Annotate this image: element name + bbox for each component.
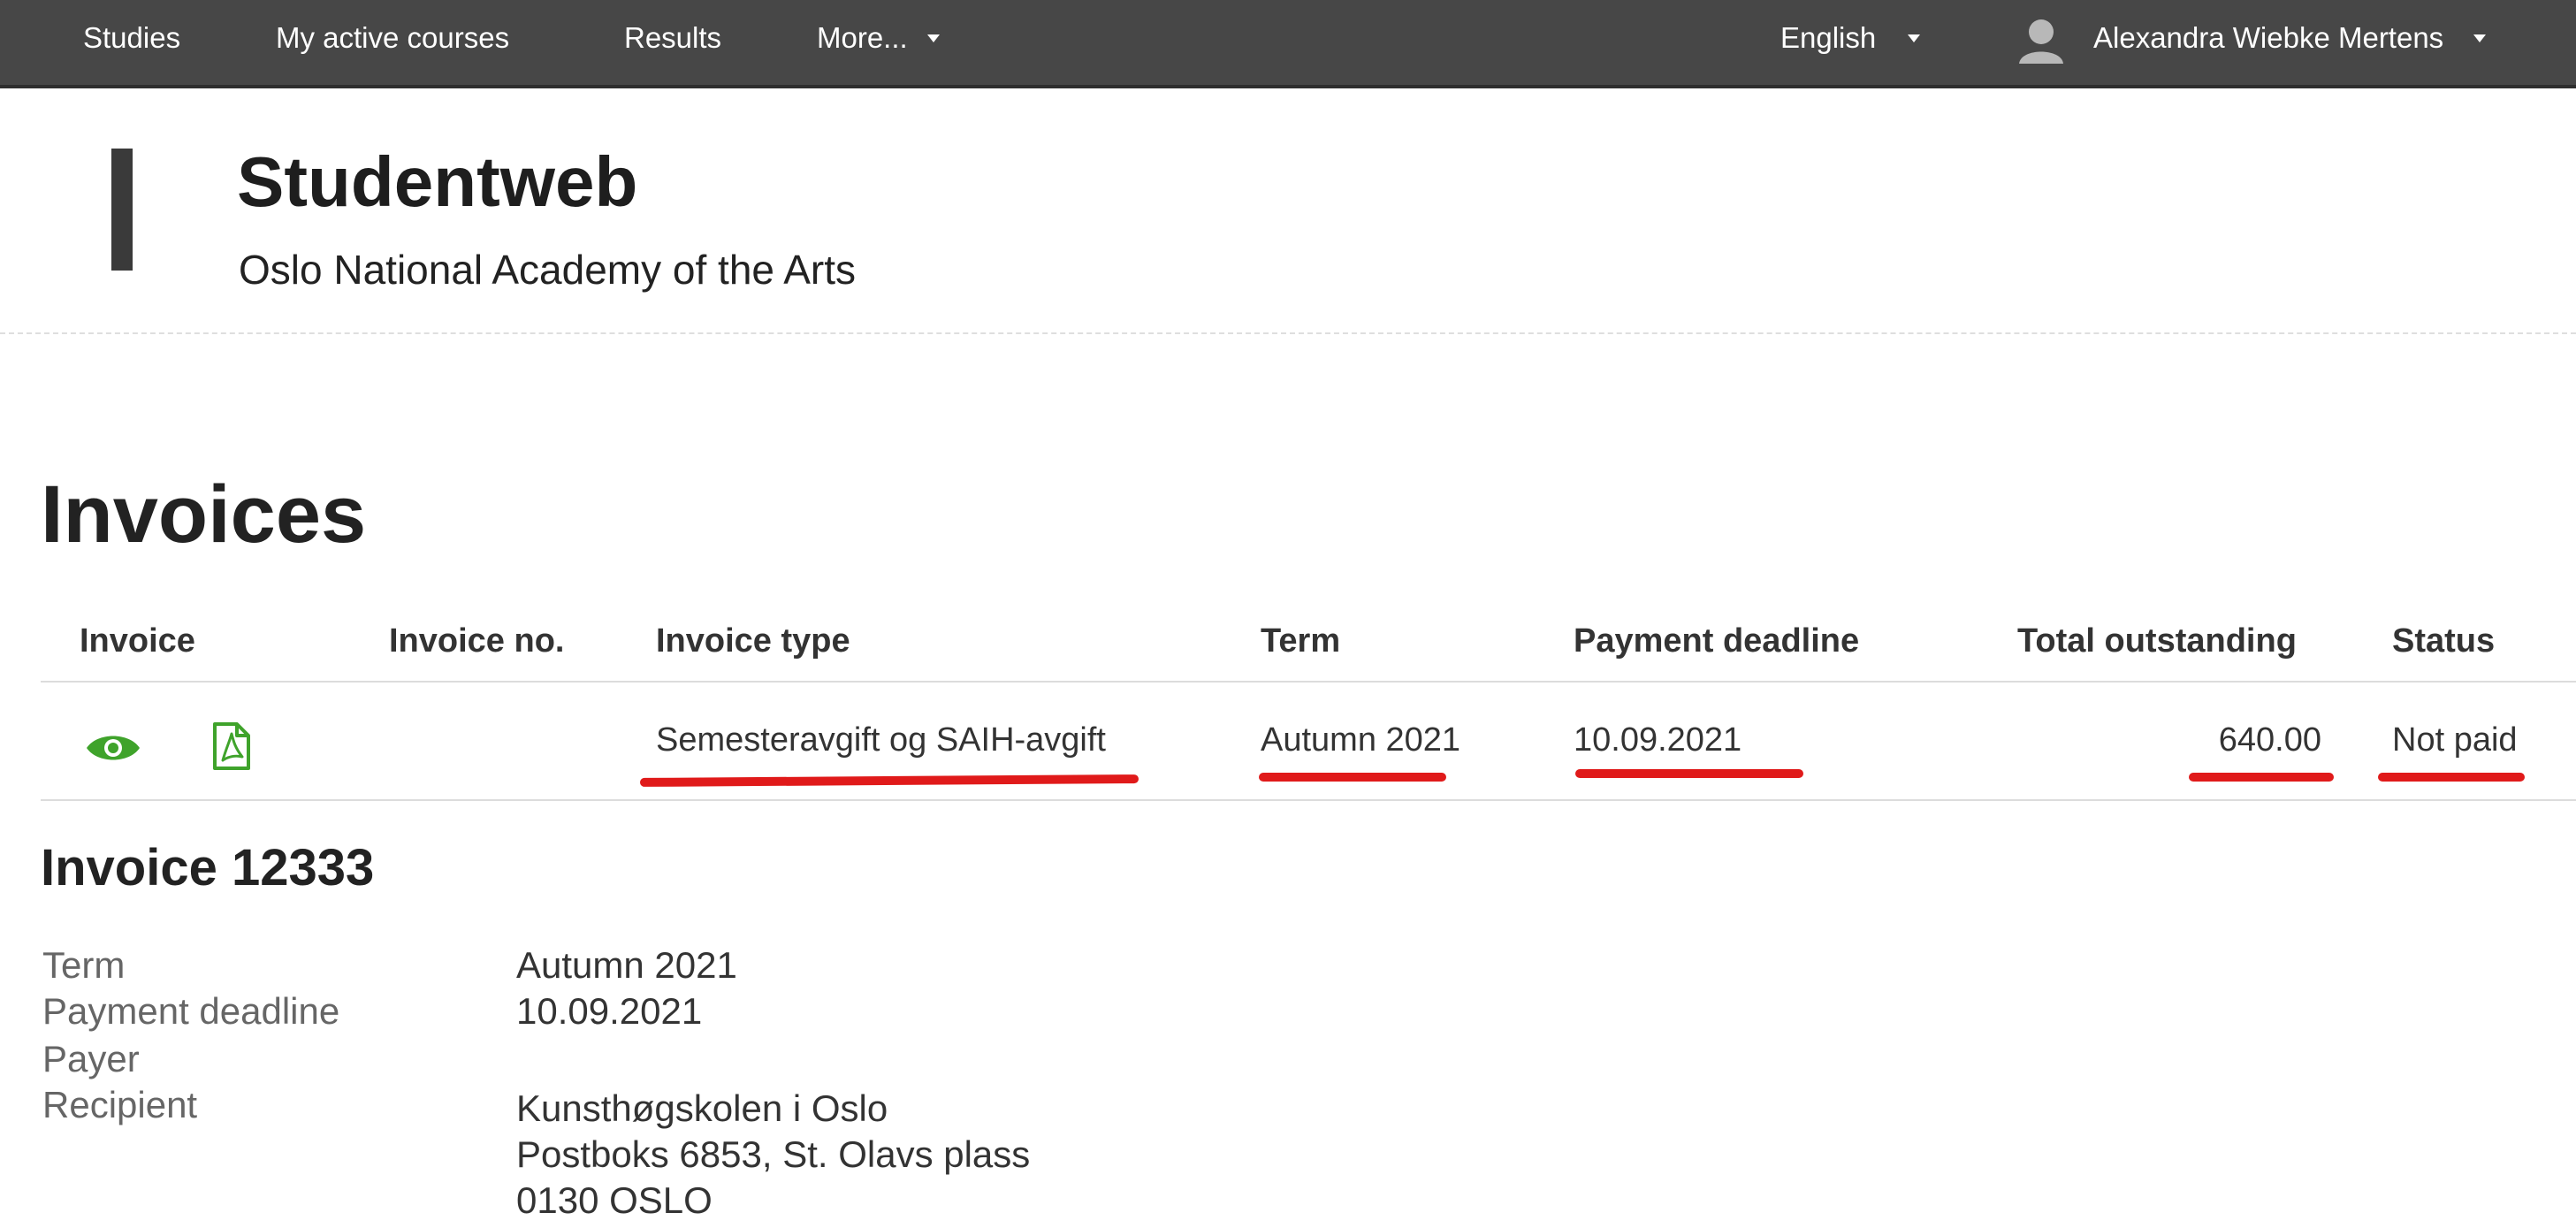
annotation-underline-invoice-type bbox=[639, 774, 1139, 787]
nav-more-label: More... bbox=[817, 21, 908, 54]
column-header-invoice: Invoice bbox=[80, 622, 195, 660]
annotation-underline-status bbox=[2378, 773, 2525, 782]
column-header-total-outstanding: Total outstanding bbox=[2017, 622, 2297, 660]
cell-total-outstanding: 640.00 bbox=[2218, 721, 2321, 759]
user-name: Alexandra Wiebke Mertens bbox=[2093, 21, 2444, 54]
chevron-down-icon bbox=[1908, 34, 1921, 42]
column-header-status: Status bbox=[2392, 622, 2496, 660]
annotation-underline-term bbox=[1259, 773, 1446, 782]
nav-more-menu[interactable]: More... bbox=[817, 0, 940, 85]
table-row-divider bbox=[41, 799, 2576, 801]
chevron-down-icon bbox=[2473, 34, 2487, 42]
top-navigation-bar: Studies My active courses Results More..… bbox=[0, 0, 2576, 88]
chevron-down-icon bbox=[926, 34, 940, 42]
site-title: Studentweb bbox=[237, 142, 638, 221]
invoice-detail-title: Invoice 12333 bbox=[41, 839, 375, 896]
cell-payment-deadline: 10.09.2021 bbox=[1574, 721, 1742, 759]
cell-invoice-type: Semesteravgift og SAIH-avgift bbox=[656, 721, 1106, 759]
column-header-invoice-no: Invoice no. bbox=[389, 622, 565, 660]
cell-status: Not paid bbox=[2392, 721, 2518, 759]
column-header-invoice-type: Invoice type bbox=[656, 622, 850, 660]
detail-value-term: Autumn 2021 bbox=[516, 944, 737, 986]
page-title: Invoices bbox=[41, 469, 367, 560]
logo-mark bbox=[111, 149, 133, 271]
recipient-line-3: 0130 OSLO bbox=[516, 1179, 713, 1221]
eye-icon[interactable] bbox=[85, 730, 141, 766]
table-header-divider bbox=[41, 681, 2576, 683]
annotation-underline-outstanding bbox=[2189, 773, 2334, 782]
site-subtitle: Oslo National Academy of the Arts bbox=[239, 247, 857, 293]
pdf-file-icon[interactable] bbox=[212, 721, 251, 771]
language-label: English bbox=[1780, 21, 1877, 54]
cell-term: Autumn 2021 bbox=[1261, 721, 1461, 759]
user-avatar-icon[interactable] bbox=[2014, 12, 2069, 67]
user-menu[interactable]: Alexandra Wiebke Mertens bbox=[2093, 0, 2487, 85]
recipient-line-1: Kunsthøgskolen i Oslo bbox=[516, 1087, 888, 1129]
header-divider bbox=[0, 332, 2576, 334]
detail-value-payment-deadline: 10.09.2021 bbox=[516, 990, 703, 1032]
detail-label-term: Term bbox=[42, 944, 126, 986]
nav-my-active-courses[interactable]: My active courses bbox=[276, 0, 509, 85]
detail-label-payer: Payer bbox=[42, 1038, 140, 1079]
annotation-underline-deadline bbox=[1575, 769, 1803, 778]
language-selector[interactable]: English bbox=[1780, 0, 1921, 85]
detail-label-payment-deadline: Payment deadline bbox=[42, 990, 340, 1032]
column-header-payment-deadline: Payment deadline bbox=[1574, 622, 1860, 660]
column-header-term: Term bbox=[1261, 622, 1341, 660]
detail-label-recipient: Recipient bbox=[42, 1084, 198, 1125]
recipient-line-2: Postboks 6853, St. Olavs plass bbox=[516, 1133, 1031, 1175]
nav-results[interactable]: Results bbox=[624, 0, 721, 85]
nav-studies[interactable]: Studies bbox=[83, 0, 180, 85]
